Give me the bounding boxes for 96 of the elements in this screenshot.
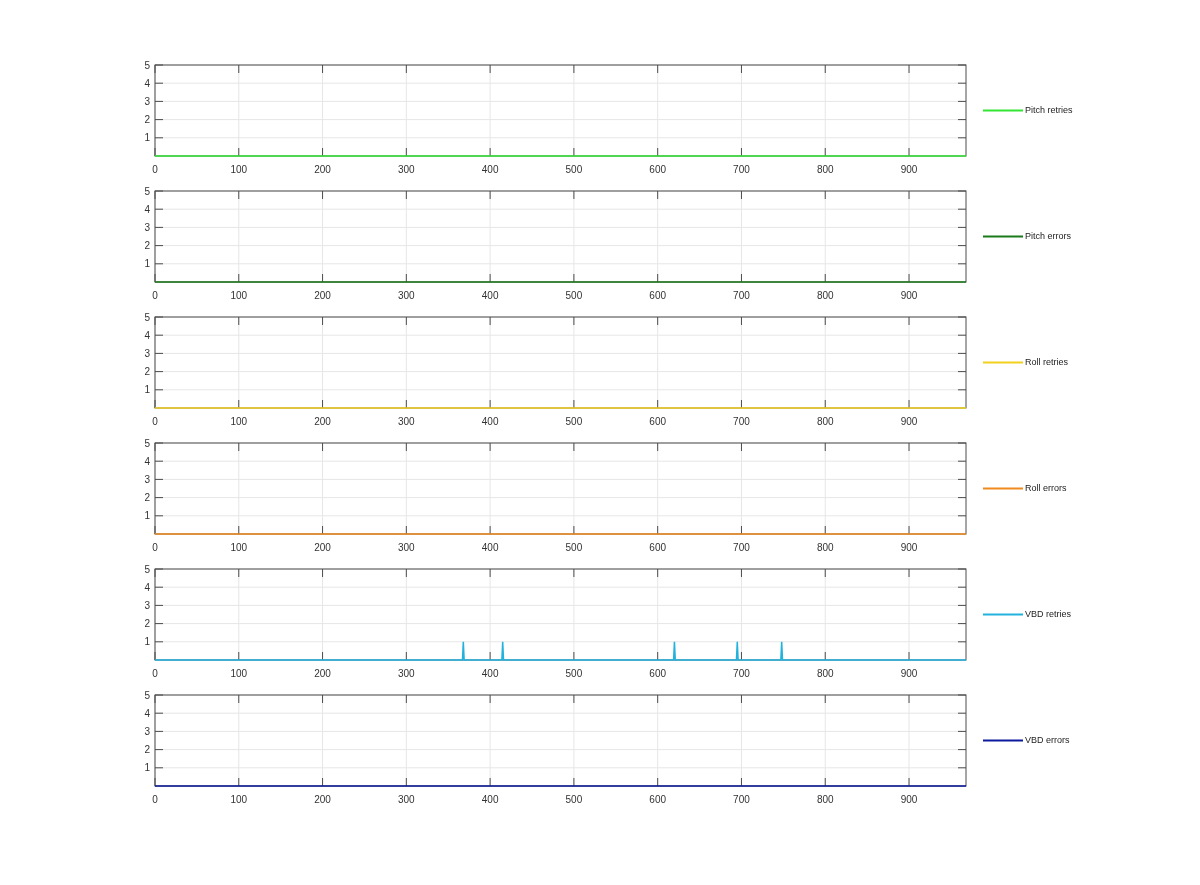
y-tick-label: 4 <box>144 707 150 719</box>
x-tick-label: 0 <box>152 164 158 175</box>
x-tick-label: 0 <box>152 542 158 553</box>
legend-label: VBD retries <box>1025 607 1071 621</box>
x-tick-label: 200 <box>314 416 331 427</box>
x-tick-label: 800 <box>816 290 834 301</box>
x-tick-label: 900 <box>900 416 918 427</box>
x-tick-label: 500 <box>565 164 583 175</box>
y-tick-label: 2 <box>144 744 150 756</box>
x-tick-label: 200 <box>314 668 331 679</box>
x-tick-label: 700 <box>733 416 750 427</box>
y-tick-label: 4 <box>144 203 150 215</box>
x-tick-label: 500 <box>565 290 583 301</box>
x-tick-label: 300 <box>398 164 415 175</box>
y-tick-label: 1 <box>144 762 150 774</box>
x-tick-label: 400 <box>481 416 499 427</box>
y-tick-label: 5 <box>144 564 150 575</box>
y-tick-label: 2 <box>144 366 150 378</box>
x-tick-label: 500 <box>565 794 583 805</box>
y-tick-label: 5 <box>144 690 150 701</box>
x-tick-label: 700 <box>733 164 750 175</box>
x-tick-label: 400 <box>481 164 499 175</box>
x-tick-label: 900 <box>900 794 918 805</box>
y-tick-label: 5 <box>144 186 150 197</box>
x-tick-label: 0 <box>152 794 158 805</box>
y-tick-label: 4 <box>144 329 150 341</box>
x-tick-label: 600 <box>649 668 667 679</box>
x-tick-label: 700 <box>733 290 750 301</box>
x-tick-label: 600 <box>649 164 667 175</box>
y-tick-label: 3 <box>144 473 150 485</box>
y-tick-label: 1 <box>144 258 150 270</box>
y-tick-label: 2 <box>144 240 150 252</box>
x-tick-label: 300 <box>398 542 415 553</box>
y-tick-label: 4 <box>144 455 150 467</box>
y-tick-label: 3 <box>144 725 150 737</box>
legend-label: Pitch retries <box>1025 103 1073 117</box>
x-tick-label: 100 <box>230 794 248 805</box>
x-tick-label: 500 <box>565 668 583 679</box>
x-tick-label: 300 <box>398 416 415 427</box>
y-tick-label: 1 <box>144 132 150 144</box>
y-tick-label: 3 <box>144 95 150 107</box>
y-tick-label: 3 <box>144 347 150 359</box>
x-tick-label: 300 <box>398 290 415 301</box>
y-tick-label: 5 <box>144 438 150 449</box>
legend-label: VBD errors <box>1025 733 1070 747</box>
x-tick-label: 600 <box>649 542 667 553</box>
x-tick-label: 0 <box>152 416 158 427</box>
y-tick-label: 2 <box>144 492 150 504</box>
y-tick-label: 5 <box>144 60 150 71</box>
legend-label: Roll retries <box>1025 355 1068 369</box>
x-tick-label: 100 <box>230 290 248 301</box>
y-tick-label: 5 <box>144 312 150 323</box>
x-tick-label: 500 <box>565 542 583 553</box>
x-tick-label: 100 <box>230 542 248 553</box>
x-tick-label: 600 <box>649 794 667 805</box>
x-tick-label: 500 <box>565 416 583 427</box>
x-tick-label: 900 <box>900 542 918 553</box>
x-tick-label: 900 <box>900 164 918 175</box>
x-tick-label: 300 <box>398 794 415 805</box>
x-tick-label: 100 <box>230 668 248 679</box>
x-tick-label: 800 <box>816 164 834 175</box>
x-tick-label: 600 <box>649 290 667 301</box>
y-tick-label: 3 <box>144 221 150 233</box>
y-tick-label: 2 <box>144 114 150 126</box>
legend-label: Pitch errors <box>1025 229 1071 243</box>
x-tick-label: 0 <box>152 290 158 301</box>
x-tick-label: 200 <box>314 542 331 553</box>
x-tick-label: 400 <box>481 542 499 553</box>
x-tick-label: 800 <box>816 794 834 805</box>
y-tick-label: 1 <box>144 384 150 396</box>
x-tick-label: 100 <box>230 416 248 427</box>
x-tick-label: 700 <box>733 542 750 553</box>
y-tick-label: 2 <box>144 618 150 630</box>
x-tick-label: 800 <box>816 668 834 679</box>
x-tick-label: 800 <box>816 542 834 553</box>
x-tick-label: 900 <box>900 290 918 301</box>
y-tick-label: 3 <box>144 599 150 611</box>
x-tick-label: 700 <box>733 794 750 805</box>
x-tick-label: 400 <box>481 290 499 301</box>
y-tick-label: 4 <box>144 581 150 593</box>
x-tick-label: 200 <box>314 164 331 175</box>
y-tick-label: 1 <box>144 636 150 648</box>
x-tick-label: 800 <box>816 416 834 427</box>
x-tick-label: 400 <box>481 794 499 805</box>
x-tick-label: 600 <box>649 416 667 427</box>
x-tick-label: 200 <box>314 290 331 301</box>
x-tick-label: 300 <box>398 668 415 679</box>
x-tick-label: 400 <box>481 668 499 679</box>
x-tick-label: 200 <box>314 794 331 805</box>
x-tick-label: 900 <box>900 668 918 679</box>
x-tick-label: 100 <box>230 164 248 175</box>
y-tick-label: 1 <box>144 510 150 522</box>
y-tick-label: 4 <box>144 77 150 89</box>
x-tick-label: 0 <box>152 668 158 679</box>
legend-label: Roll errors <box>1025 481 1067 495</box>
x-tick-label: 700 <box>733 668 750 679</box>
